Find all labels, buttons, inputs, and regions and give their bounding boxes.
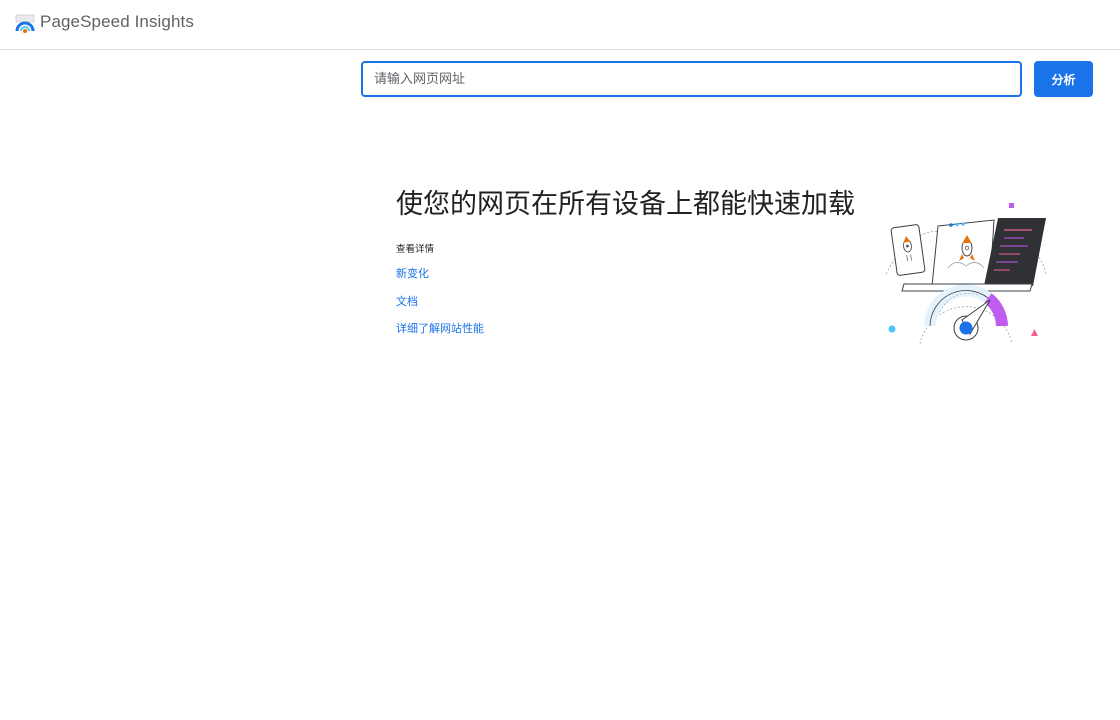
whats-new-link[interactable]: 新变化	[396, 267, 429, 280]
rocket-speed-illustration	[885, 203, 1047, 344]
url-input[interactable]	[361, 61, 1022, 97]
documentation-link[interactable]: 文档	[396, 295, 418, 308]
pagespeed-gauge-icon[interactable]	[14, 13, 36, 35]
learn-web-performance-link[interactable]: 详细了解网站性能	[396, 322, 484, 335]
top-app-bar: PageSpeed Insights	[0, 0, 1120, 50]
page-headline: 使您的网页在所有设备上都能快速加载	[396, 189, 855, 220]
list-item: 文档	[396, 290, 484, 318]
list-item: 新变化	[396, 262, 484, 290]
learn-more-links: 新变化 文档 详细了解网站性能	[396, 262, 484, 345]
analyze-button[interactable]: 分析	[1034, 61, 1093, 97]
learn-more-label: 查看详情	[396, 244, 435, 255]
brand-title[interactable]: PageSpeed Insights	[40, 12, 194, 32]
list-item: 详细了解网站性能	[396, 317, 484, 345]
